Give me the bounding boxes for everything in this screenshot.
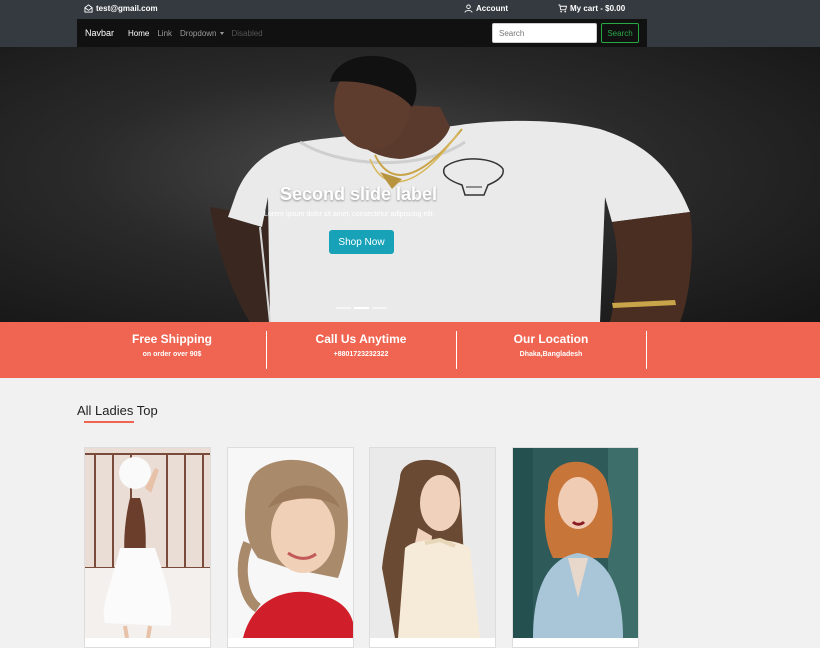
feature-title: Our Location [513, 332, 589, 346]
email-text: test@gmail.com [96, 4, 158, 13]
navbar-brand[interactable]: Navbar [85, 28, 114, 38]
feature-divider [456, 331, 457, 369]
product-image [85, 448, 210, 638]
nav-link-dropdown[interactable]: Dropdown [180, 29, 224, 38]
product-image [513, 448, 638, 638]
product-image [370, 448, 495, 638]
carousel-title: Second slide label [280, 184, 438, 204]
search-input[interactable] [492, 23, 597, 43]
carousel-indicator-2[interactable] [354, 307, 369, 309]
carousel-indicator-1[interactable] [336, 307, 351, 309]
product-card[interactable] [369, 447, 496, 648]
feature-free-shipping: Free Shipping on order over 90$ [107, 332, 237, 358]
cart-icon [558, 4, 567, 13]
section-title-underline [84, 421, 134, 423]
feature-divider [646, 331, 647, 369]
product-image [228, 448, 353, 638]
account-link[interactable]: Account [464, 4, 508, 13]
section-title: All Ladies Top [77, 403, 158, 418]
feature-location: Our Location Dhaka,Bangladesh [486, 332, 616, 358]
top-bar: test@gmail.com Account My cart - $0.00 [0, 0, 820, 19]
nav-links: Home Link Dropdown Disabled [128, 29, 263, 38]
nav-link-disabled: Disabled [231, 29, 263, 38]
carousel-subtitle: Lorem ipsum dolor sit amet, consectetur … [264, 211, 435, 218]
nav-dropdown-label: Dropdown [180, 29, 217, 38]
cart-label: My cart - $0.00 [570, 4, 626, 13]
product-card[interactable] [227, 447, 354, 648]
feature-subtitle: on order over 90$ [142, 351, 202, 358]
carousel-indicator-3[interactable] [372, 307, 387, 309]
feature-subtitle: +8801723232322 [333, 351, 389, 358]
search-button[interactable]: Search [601, 23, 639, 43]
product-card[interactable] [512, 447, 639, 648]
feature-title: Call Us Anytime [315, 332, 407, 346]
envelope-open-icon [84, 4, 93, 13]
hero-carousel: Second slide label Lorem ipsum dolor sit… [0, 47, 820, 322]
cart-link[interactable]: My cart - $0.00 [558, 4, 625, 13]
user-icon [464, 4, 473, 13]
nav-link-link[interactable]: Link [157, 29, 172, 38]
feature-divider [266, 331, 267, 369]
account-label: Account [476, 4, 508, 13]
shop-now-button[interactable]: Shop Now [329, 230, 394, 254]
navbar: Navbar Home Link Dropdown Disabled Searc… [77, 19, 647, 47]
nav-link-home[interactable]: Home [128, 29, 149, 38]
carousel-indicators [336, 307, 387, 309]
features-strip: Free Shipping on order over 90$ Call Us … [0, 322, 820, 378]
feature-subtitle: Dhaka,Bangladesh [519, 351, 583, 358]
feature-title: Free Shipping [131, 332, 212, 346]
email-contact[interactable]: test@gmail.com [84, 4, 158, 13]
caret-down-icon [219, 32, 224, 36]
feature-call-us: Call Us Anytime +8801723232322 [296, 332, 426, 358]
product-card[interactable] [84, 447, 211, 648]
